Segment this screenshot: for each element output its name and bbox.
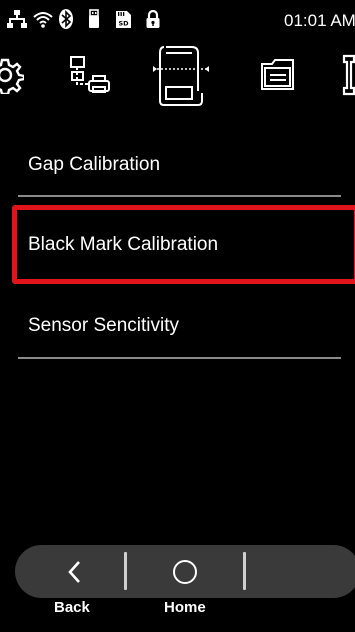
top-toolbar: [0, 40, 355, 114]
menu-item-label: Black Mark Calibration: [28, 234, 219, 255]
printer-screen: SD 01:01 AM Gap Calibration Black Mark C…: [0, 0, 355, 632]
home-label: Home: [164, 599, 206, 616]
menu-item-gap-calibration[interactable]: Gap Calibration: [18, 135, 341, 195]
tools-icon[interactable]: [340, 54, 355, 96]
usb-icon: [89, 9, 99, 28]
sd-card-icon: SD: [116, 11, 131, 28]
printer-network-icon[interactable]: [68, 54, 110, 96]
lock-icon: [146, 9, 160, 28]
menu-item-black-mark-calibration[interactable]: Black Mark Calibration: [18, 215, 341, 275]
menu-divider: [18, 195, 341, 197]
back-button[interactable]: [50, 545, 100, 598]
file-manager-icon[interactable]: [258, 54, 298, 94]
back-label: Back: [54, 599, 90, 616]
nav-separator: [124, 552, 127, 590]
menu-divider: [18, 357, 341, 359]
menu-item-sensor-sensitivity[interactable]: Sensor Sencitivity: [18, 296, 341, 356]
wifi-icon: [33, 12, 53, 28]
home-circle-icon: [173, 559, 197, 584]
media-sensor-icon[interactable]: [148, 43, 214, 109]
menu-item-label: Gap Calibration: [28, 154, 161, 175]
menu-item-label: Sensor Sencitivity: [28, 315, 180, 336]
nav-separator: [243, 552, 246, 590]
settings-gear-icon[interactable]: [0, 56, 24, 94]
home-button[interactable]: [160, 545, 210, 598]
clock: 01:01 AM: [284, 11, 355, 30]
bluetooth-icon: [59, 9, 73, 29]
chevron-left-icon: [68, 560, 80, 583]
network-icon: [7, 10, 27, 28]
svg-text:SD: SD: [118, 20, 129, 28]
status-bar: SD 01:01 AM: [0, 0, 355, 40]
